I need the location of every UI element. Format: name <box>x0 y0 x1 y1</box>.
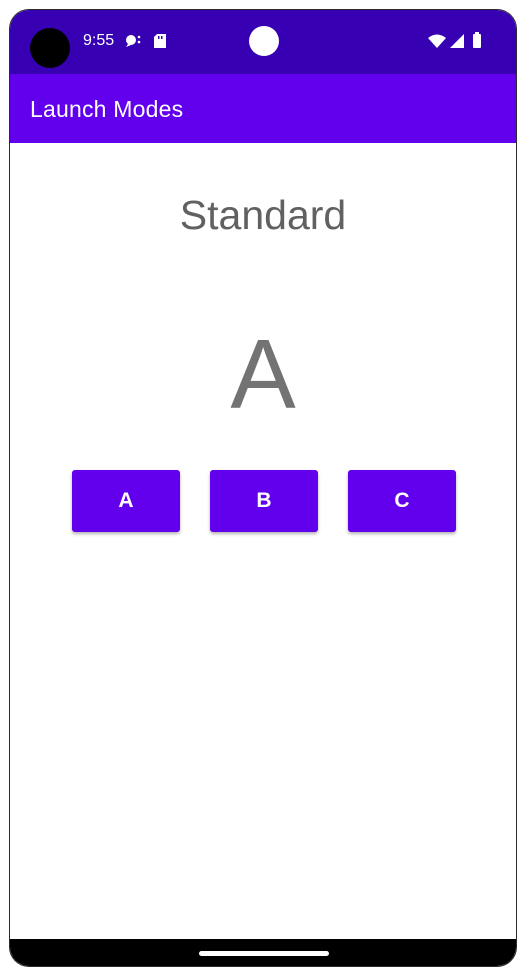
activity-c-button[interactable]: C <box>348 470 456 532</box>
front-camera-icon <box>249 26 279 56</box>
status-time: 9:55 <box>83 32 115 49</box>
current-activity-label: A <box>230 319 296 429</box>
navigation-bar <box>10 939 516 966</box>
activity-button-row: A B C <box>10 470 516 532</box>
notification-icon <box>125 34 141 48</box>
wifi-icon <box>428 34 446 48</box>
activity-a-button[interactable]: A <box>72 470 180 532</box>
activity-b-button[interactable]: B <box>210 470 318 532</box>
status-bar: 9:55 <box>10 10 516 74</box>
phone-frame: 9:55 Launch Modes Standard A A B C <box>9 9 517 967</box>
sd-card-icon <box>154 34 166 48</box>
app-title: Launch Modes <box>30 96 184 122</box>
signal-icon <box>450 34 464 48</box>
home-handle[interactable] <box>199 951 329 956</box>
battery-icon <box>473 32 481 48</box>
launch-mode-label: Standard <box>179 192 347 238</box>
app-bar: Launch Modes <box>10 74 516 143</box>
main-content: Standard A A B C <box>10 143 516 941</box>
camera-cutout-icon <box>30 28 70 68</box>
